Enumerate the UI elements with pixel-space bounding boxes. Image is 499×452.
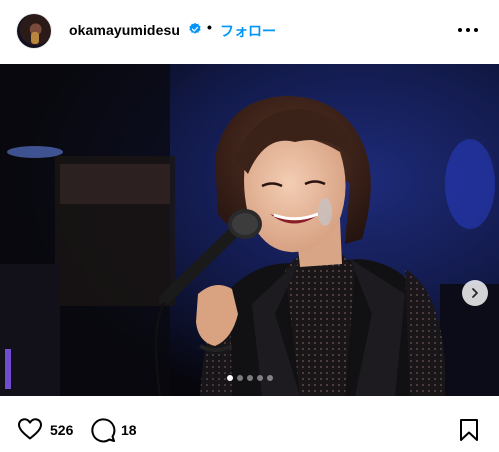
carousel-dot [266, 375, 273, 381]
follow-button[interactable]: フォロー [220, 21, 276, 41]
header-separator: • [207, 19, 212, 35]
heart-icon[interactable] [17, 417, 43, 441]
carousel-dot [236, 375, 243, 381]
comment-count[interactable]: 18 [121, 422, 137, 438]
carousel-dot [256, 375, 263, 381]
post-actions: 526 18 [0, 410, 499, 450]
chevron-right-icon [472, 288, 478, 298]
verified-badge-icon [189, 22, 201, 34]
post-header: okamayumidesu • フォロー [0, 0, 499, 64]
carousel-next-button[interactable] [462, 280, 488, 306]
carousel-dot [246, 375, 253, 381]
carousel-dot [226, 375, 233, 381]
concert-photo-image [0, 64, 499, 396]
username[interactable]: okamayumidesu [69, 22, 180, 38]
carousel-indicator [0, 375, 499, 381]
instagram-post: okamayumidesu • フォロー 526 18 [0, 0, 499, 452]
avatar[interactable] [17, 14, 51, 48]
post-photo[interactable] [0, 64, 499, 396]
bookmark-icon[interactable] [458, 418, 480, 442]
like-count[interactable]: 526 [50, 422, 73, 438]
comment-bubble-icon[interactable] [90, 417, 116, 443]
more-horizontal-icon[interactable] [456, 22, 480, 38]
